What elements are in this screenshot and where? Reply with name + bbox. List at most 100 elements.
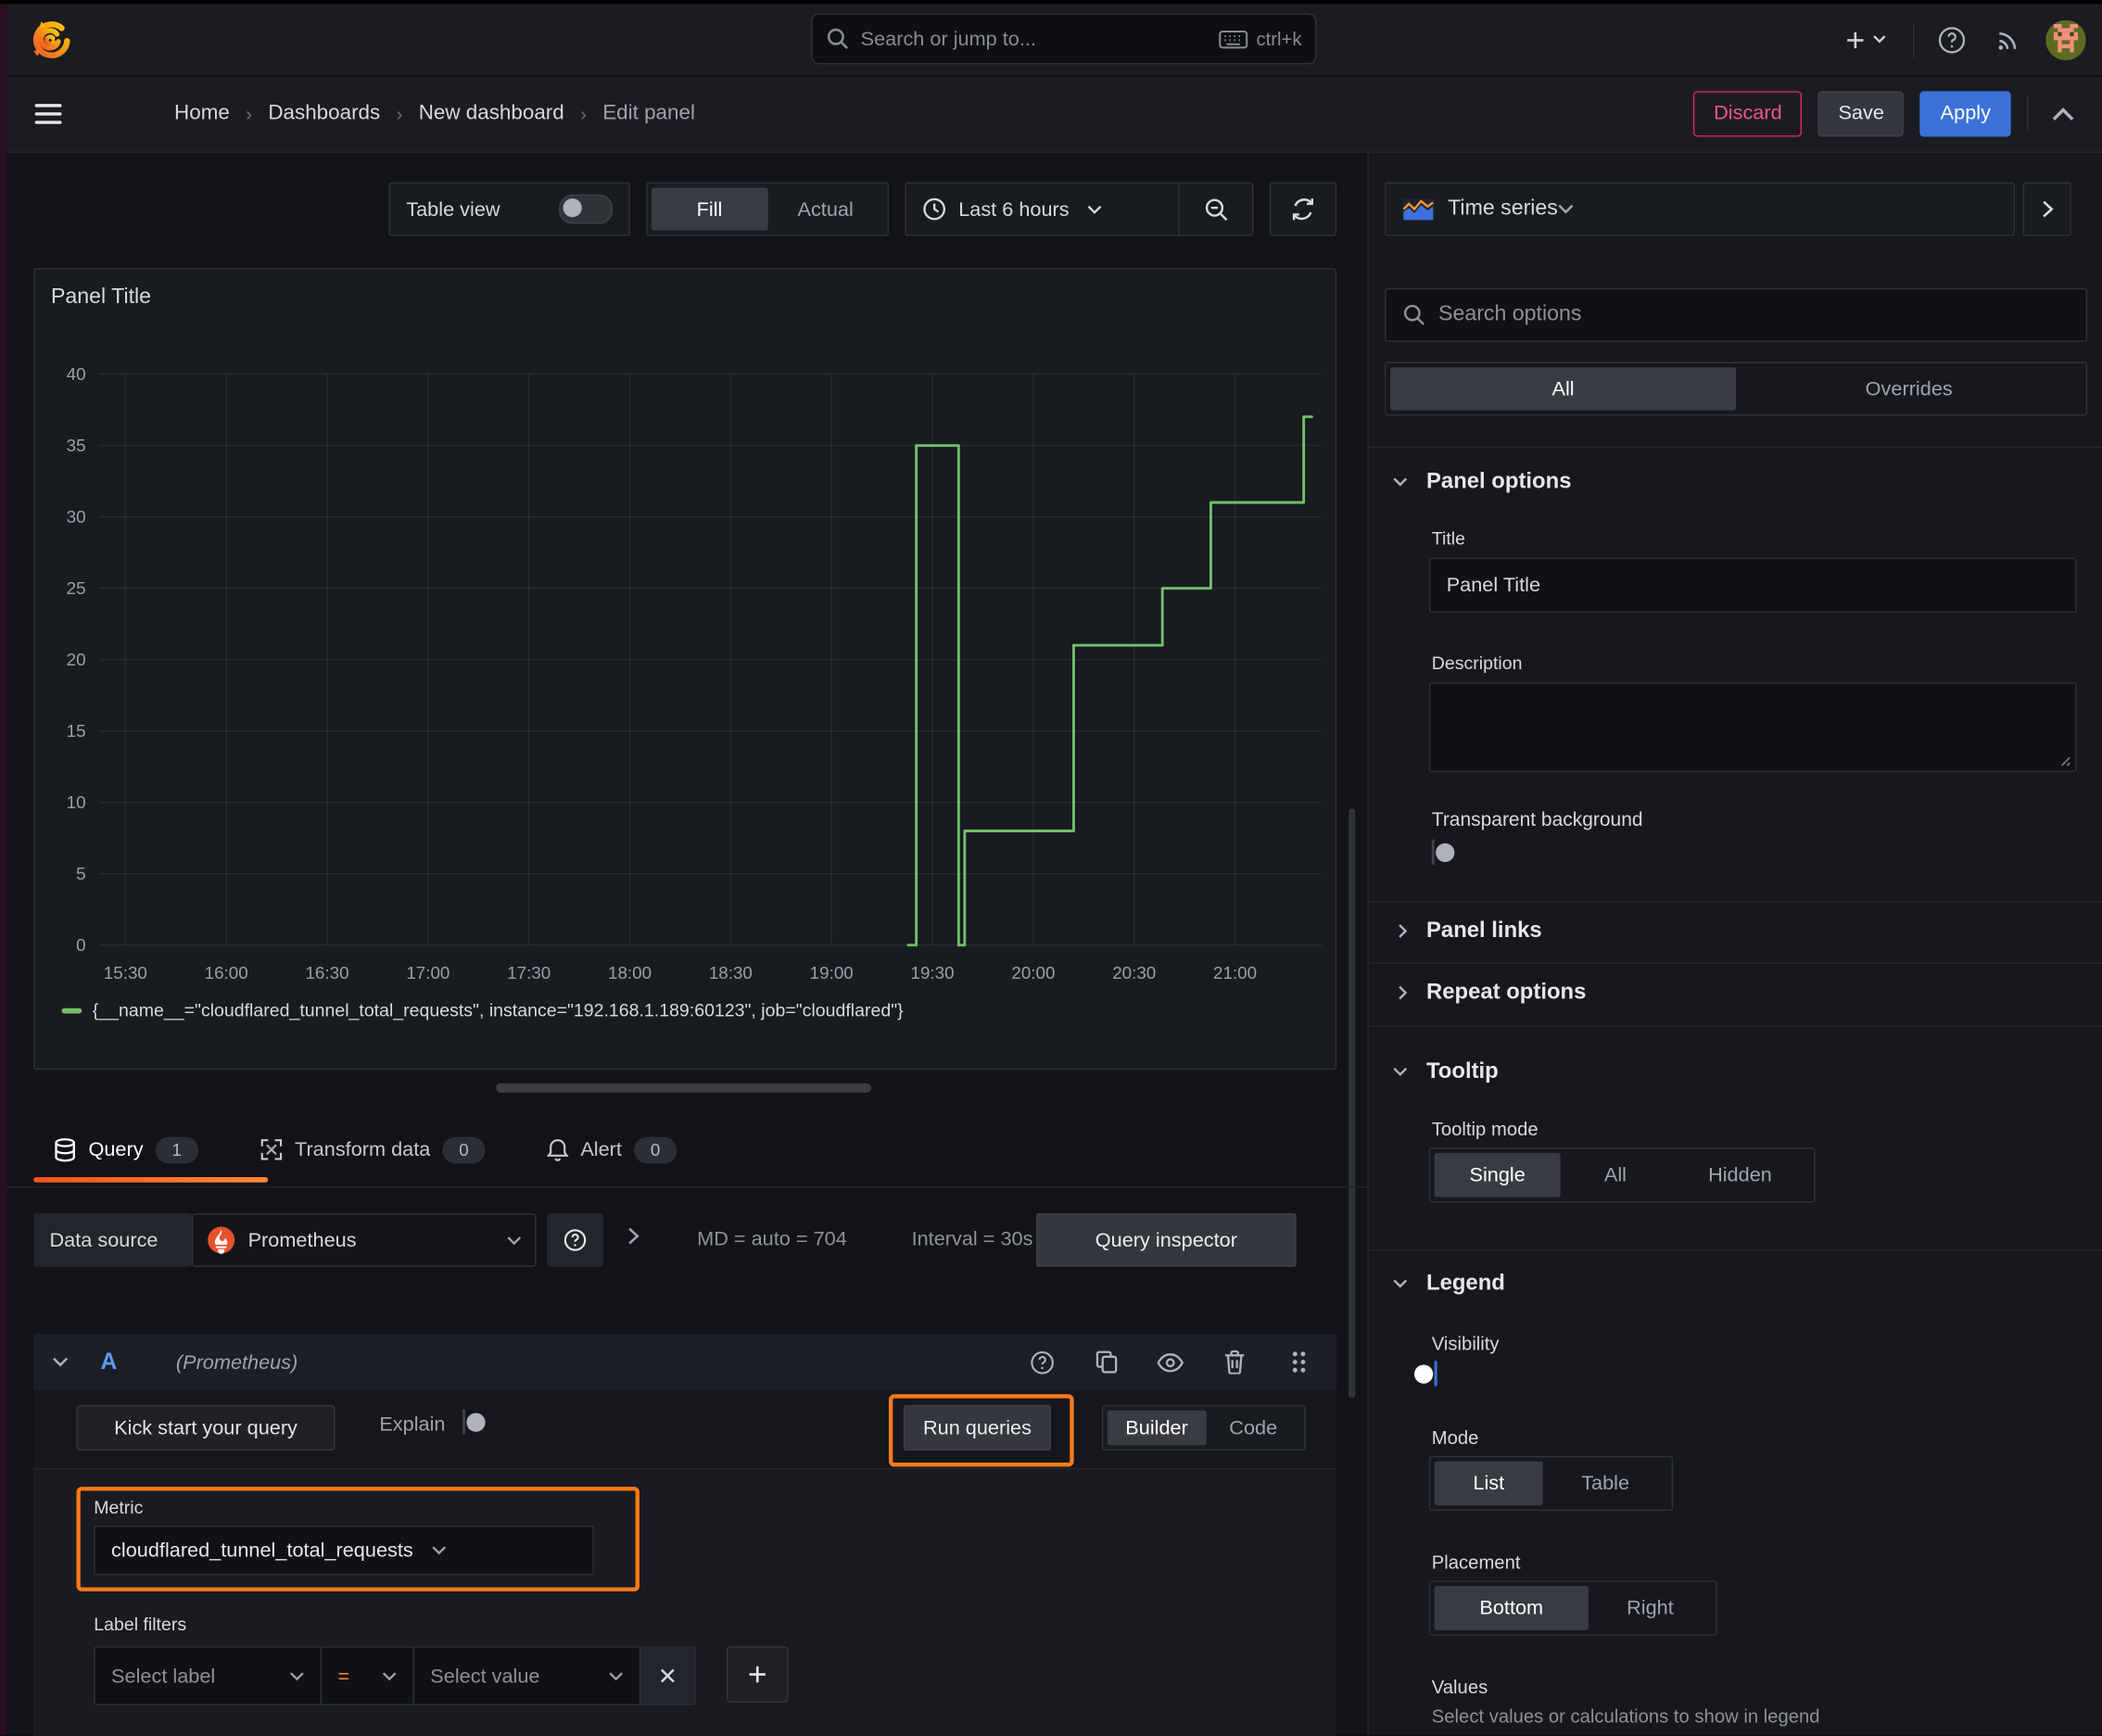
table-view-control[interactable]: Table view xyxy=(388,182,630,236)
select-label-dropdown[interactable]: Select label xyxy=(95,1647,323,1704)
legend-visibility-toggle[interactable] xyxy=(1413,1361,1437,1387)
placement-bottom-segment[interactable]: Bottom xyxy=(1434,1586,1589,1630)
toggle-visibility-button[interactable] xyxy=(1151,1343,1189,1381)
svg-text:19:30: 19:30 xyxy=(911,963,955,982)
time-range-picker[interactable]: Last 6 hours xyxy=(906,184,1179,234)
values-help-text: Select values or calculations to show in… xyxy=(1431,1704,1820,1728)
tooltip-header[interactable]: Tooltip xyxy=(1393,1059,1499,1084)
fill-segment[interactable]: Fill xyxy=(651,187,768,231)
search-options-input[interactable]: Search options xyxy=(1385,287,2088,342)
tooltip-single-segment[interactable]: Single xyxy=(1434,1152,1561,1197)
news-rss-button[interactable] xyxy=(1990,20,2028,58)
panel-options-sidebar: Time series Search options All Overrides… xyxy=(1367,151,2102,1735)
collapse-sidebar-button[interactable] xyxy=(2022,182,2071,236)
tab-alert-label: Alert xyxy=(580,1138,622,1161)
chevron-down-icon xyxy=(507,1235,522,1245)
series-color-dash[interactable] xyxy=(61,1007,82,1013)
add-menu-button[interactable] xyxy=(1835,20,1894,58)
tab-query[interactable]: Query 1 xyxy=(54,1135,198,1163)
tooltip-all-segment[interactable]: All xyxy=(1561,1153,1671,1197)
filter-tab-overrides[interactable]: Overrides xyxy=(1736,367,2082,410)
delete-query-button[interactable] xyxy=(1216,1343,1254,1381)
plus-icon xyxy=(749,1666,766,1683)
breadcrumb-separator: › xyxy=(396,102,403,124)
legend-header[interactable]: Legend xyxy=(1393,1271,1505,1296)
metric-value: cloudflared_tunnel_total_requests xyxy=(111,1539,413,1563)
vertical-scrollbar[interactable] xyxy=(1349,808,1356,1399)
run-queries-button[interactable]: Run queries xyxy=(903,1404,1052,1451)
legend-mode-switch: List Table xyxy=(1428,1455,1674,1512)
table-view-toggle[interactable] xyxy=(559,194,614,224)
panel-description-textarea[interactable] xyxy=(1428,682,2077,773)
top-nav-right xyxy=(1835,4,2086,75)
placement-label: Placement xyxy=(1431,1551,1521,1573)
series-label[interactable]: {__name__="cloudflared_tunnel_total_requ… xyxy=(93,1000,904,1020)
discard-button[interactable]: Discard xyxy=(1693,90,1803,136)
select-value-dropdown[interactable]: Select value xyxy=(414,1647,641,1704)
tooltip-mode-switch: Single All Hidden xyxy=(1428,1147,1816,1203)
kick-start-query-button[interactable]: Kick start your query xyxy=(76,1404,336,1451)
panel-options-header[interactable]: Panel options xyxy=(1393,469,1571,494)
chevron-down-icon xyxy=(290,1671,304,1680)
global-search-input[interactable]: Search or jump to... ctrl+k xyxy=(811,13,1317,65)
save-button[interactable]: Save xyxy=(1817,90,1905,136)
grafana-logo[interactable] xyxy=(27,17,72,62)
placement-right-segment[interactable]: Right xyxy=(1589,1586,1712,1630)
timeseries-chart[interactable]: 0 5 10 15 20 25 30 35 40 15:30 16:00 16:30 17:00 17:3… xyxy=(35,323,1338,994)
user-avatar[interactable] xyxy=(2045,19,2086,60)
duplicate-query-button[interactable] xyxy=(1087,1343,1125,1381)
transparent-bg-toggle[interactable] xyxy=(1431,839,1455,865)
collapse-options-button[interactable] xyxy=(2045,95,2083,133)
datasource-picker[interactable]: Prometheus xyxy=(191,1213,537,1267)
operator-dropdown[interactable]: = xyxy=(322,1647,414,1704)
mega-menu-button[interactable] xyxy=(30,95,68,133)
panel-title[interactable]: Panel Title xyxy=(51,285,151,310)
apply-button[interactable]: Apply xyxy=(1919,90,2011,136)
svg-text:17:00: 17:00 xyxy=(406,963,450,982)
remove-filter-button[interactable] xyxy=(640,1647,695,1704)
resize-handle-icon[interactable] xyxy=(2058,754,2070,767)
divider xyxy=(1368,962,2102,964)
code-segment[interactable]: Code xyxy=(1206,1411,1300,1446)
query-ref-id[interactable]: A xyxy=(100,1349,117,1375)
breadcrumb-home[interactable]: Home xyxy=(174,101,230,125)
filter-tab-all[interactable]: All xyxy=(1389,367,1737,411)
metric-select[interactable]: cloudflared_tunnel_total_requests xyxy=(94,1526,594,1576)
drag-handle[interactable] xyxy=(1280,1343,1318,1381)
breadcrumb-new-dashboard[interactable]: New dashboard xyxy=(419,101,564,125)
query-row-header[interactable]: A (Prometheus) xyxy=(33,1334,1337,1390)
legend-title: Legend xyxy=(1426,1271,1505,1296)
svg-text:16:00: 16:00 xyxy=(205,963,248,982)
help-button[interactable] xyxy=(1933,20,1971,58)
actual-segment[interactable]: Actual xyxy=(767,188,883,231)
query-help-button[interactable] xyxy=(1023,1343,1061,1381)
title-field-label: Title xyxy=(1431,527,1465,549)
tab-transform-data[interactable]: Transform data 0 xyxy=(260,1135,486,1163)
tooltip-hidden-segment[interactable]: Hidden xyxy=(1670,1153,1809,1197)
chevron-down-icon xyxy=(1393,1067,1408,1077)
legend-table-segment[interactable]: Table xyxy=(1543,1462,1667,1506)
horizontal-scrollbar[interactable] xyxy=(496,1083,872,1093)
visual-query-builder: Metric cloudflared_tunnel_total_requests… xyxy=(33,1467,1337,1736)
add-filter-button[interactable] xyxy=(726,1646,789,1703)
window-top-strip xyxy=(0,0,2102,5)
panel-title-input[interactable]: Panel Title xyxy=(1428,557,2077,614)
datasource-help-button[interactable] xyxy=(547,1213,603,1267)
tab-alert[interactable]: Alert 0 xyxy=(547,1135,677,1163)
expand-options-chevron[interactable] xyxy=(627,1226,639,1245)
help-circle-icon xyxy=(563,1229,587,1251)
svg-text:16:30: 16:30 xyxy=(305,963,348,982)
description-field-label: Description xyxy=(1431,653,1523,674)
breadcrumb-dashboards[interactable]: Dashboards xyxy=(268,101,380,125)
panel-links-header[interactable]: Panel links xyxy=(1399,919,1542,944)
zoom-out-button[interactable] xyxy=(1180,184,1252,234)
repeat-options-header[interactable]: Repeat options xyxy=(1399,980,1586,1005)
edit-actions: Discard Save Apply xyxy=(1693,90,2083,136)
refresh-button[interactable] xyxy=(1269,182,1337,236)
visualization-picker[interactable]: Time series xyxy=(1385,182,2015,236)
builder-segment[interactable]: Builder xyxy=(1107,1410,1207,1446)
legend-list-segment[interactable]: List xyxy=(1434,1461,1543,1506)
svg-text:30: 30 xyxy=(67,507,86,526)
query-inspector-button[interactable]: Query inspector xyxy=(1036,1213,1297,1267)
explain-toggle[interactable] xyxy=(462,1409,486,1435)
